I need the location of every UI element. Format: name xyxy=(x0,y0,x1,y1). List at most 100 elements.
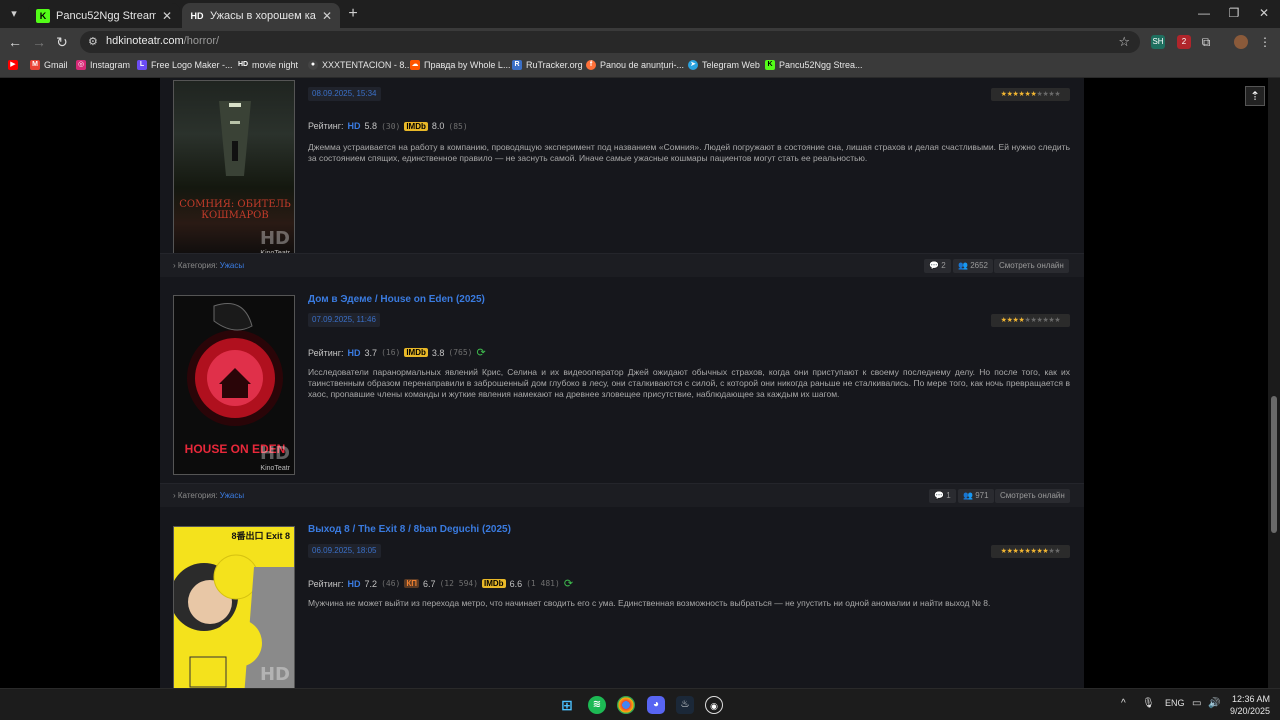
kp-score: 6.7 xyxy=(422,578,436,589)
star-rating[interactable]: ★★★★★★★★★★ xyxy=(991,314,1070,327)
movie-poster[interactable]: СОМНИЯ: ОБИТЕЛЬ КОШМАРОВ HD KinoTeatr xyxy=(173,80,295,260)
kp-votes: (12 594) xyxy=(439,579,479,588)
bookmark-star-icon[interactable]: ☆ xyxy=(1118,34,1130,50)
tab-hdkinoteatr[interactable]: HD Ужасы в хорошем качестве » ✕ xyxy=(182,3,340,28)
entry-footer: › Категория: Ужасы 💬 2 👥 2652 Смотреть о… xyxy=(160,253,1084,277)
bookmark-youtube[interactable]: ▶ xyxy=(8,60,18,70)
hd-votes: (16) xyxy=(381,348,401,357)
volume-icon[interactable]: 🔊 xyxy=(1208,698,1220,709)
address-bar[interactable]: ⚙ hdkinoteatr.com/horror/ ☆ xyxy=(80,31,1140,53)
comments-value: 1 xyxy=(946,491,951,500)
imdb-score: 3.8 xyxy=(431,347,445,358)
forward-icon[interactable]: → xyxy=(30,33,48,51)
category-label: Категория: xyxy=(177,261,218,270)
hd-icon: HD xyxy=(238,60,249,70)
movie-title-link[interactable]: Дом в Эдеме / House on Eden (2025) xyxy=(308,294,485,305)
star-rating[interactable]: ★★★★★★★★★★ xyxy=(991,88,1070,101)
movie-poster[interactable]: HOUSE ON EDEN HD KinoTeatr xyxy=(173,295,295,475)
close-tab-icon[interactable]: ✕ xyxy=(322,9,332,23)
discord-icon[interactable]: ◕ xyxy=(647,696,665,714)
hd-votes: (46) xyxy=(381,579,401,588)
hd-score: 3.7 xyxy=(364,347,378,358)
kick-icon: K xyxy=(36,8,50,23)
page-viewport: СОМНИЯ: ОБИТЕЛЬ КОШМАРОВ HD KinoTeatr 08… xyxy=(0,78,1280,688)
watch-online-button[interactable]: Смотреть онлайн xyxy=(994,259,1069,273)
bookmark-instagram[interactable]: ◎ Instagram xyxy=(76,60,130,70)
network-icon[interactable]: ▭ xyxy=(1192,698,1201,709)
category-link[interactable]: Ужасы xyxy=(220,491,244,500)
page-scrollbar[interactable] xyxy=(1268,78,1280,688)
category: › Категория: Ужасы xyxy=(173,261,245,270)
restore-icon[interactable]: ❐ xyxy=(1224,6,1244,20)
post-date: 08.09.2025, 15:34 xyxy=(308,87,381,101)
rating-label: Рейтинг: xyxy=(308,121,344,131)
start-menu-icon[interactable]: ⊞ xyxy=(558,696,576,714)
bookmark-gmail[interactable]: M Gmail xyxy=(30,60,68,70)
scroll-to-top-button[interactable]: ⇡ xyxy=(1245,86,1265,106)
hd-votes: (30) xyxy=(381,121,401,131)
movie-title-link[interactable]: Выход 8 / The Exit 8 / 8ban Deguchi (202… xyxy=(308,524,511,535)
bookmark-xxxtentacion[interactable]: ● XXXTENTACION - 8... xyxy=(308,60,412,70)
scrollbar-thumb[interactable] xyxy=(1271,396,1277,533)
poster-caption: СОМНИЯ: ОБИТЕЛЬ КОШМАРОВ xyxy=(179,199,291,221)
close-tab-icon[interactable]: ✕ xyxy=(162,9,172,23)
stars-filled: ★★★★ xyxy=(1000,317,1025,324)
new-tab-button[interactable]: + xyxy=(344,5,362,23)
spotify-icon[interactable]: ≋ xyxy=(588,696,606,714)
gmail-icon: M xyxy=(30,60,40,70)
imdb-badge: IMDb xyxy=(404,121,428,131)
clock-time: 12:36 AM xyxy=(1231,694,1270,704)
bookmark-logo-maker[interactable]: L Free Logo Maker -... xyxy=(137,60,233,70)
close-window-icon[interactable]: ✕ xyxy=(1254,6,1274,20)
comments-count[interactable]: 💬 2 xyxy=(924,259,951,273)
stars-filled: ★★★★★★★★ xyxy=(1000,548,1049,555)
chrome-icon[interactable] xyxy=(617,696,635,714)
extension-icon[interactable]: SH xyxy=(1151,35,1165,49)
extensions-puzzle-icon[interactable]: ⧉ xyxy=(1199,35,1213,49)
browser-toolbar: ← → ↻ ⚙ hdkinoteatr.com/horror/ ☆ SH 2 ⧉… xyxy=(0,28,1280,56)
bookmark-telegram[interactable]: ➤ Telegram Web xyxy=(688,60,760,70)
menu-dots-icon[interactable]: ⋮ xyxy=(1258,35,1272,49)
bookmark-movie-night[interactable]: HD movie night xyxy=(238,60,298,70)
poster-caption: 8番出口 Exit 8 xyxy=(231,531,290,541)
bookmark-label: movie night xyxy=(252,60,299,70)
imdb-votes: (765) xyxy=(448,348,473,357)
instagram-icon: ◎ xyxy=(76,60,86,70)
microphone-icon[interactable]: 🎙 xyxy=(1142,698,1155,709)
category-link[interactable]: Ужасы xyxy=(220,261,244,270)
comments-value: 2 xyxy=(941,261,946,270)
star-rating[interactable]: ★★★★★★★★★★ xyxy=(991,545,1070,558)
movie-poster[interactable]: 8番出口 Exit 8 HD xyxy=(173,526,295,688)
profile-avatar[interactable] xyxy=(1234,35,1248,49)
system-clock[interactable]: 12:36 AM 9/20/2025 xyxy=(1226,693,1270,717)
tab-search-icon[interactable]: ▾ xyxy=(6,6,22,22)
bookmark-panou[interactable]: f Panou de anunțuri-... xyxy=(586,60,684,70)
bookmark-kick[interactable]: K Pancu52Ngg Strea... xyxy=(765,60,863,70)
kinopoisk-badge: КП xyxy=(404,579,419,588)
tab-kick-stream[interactable]: K Pancu52Ngg Stream - Watch L ✕ xyxy=(28,3,180,28)
site-info-icon[interactable]: ⚙ xyxy=(88,35,98,48)
hd-score: 5.8 xyxy=(364,121,378,131)
adblock-icon[interactable]: 2 xyxy=(1177,35,1191,49)
views-value: 971 xyxy=(975,491,989,500)
back-icon[interactable]: ← xyxy=(6,33,24,51)
bookmark-pravda[interactable]: ☁ Правда by Whole L... xyxy=(410,60,510,70)
rating-row: Рейтинг: HD 3.7 (16) IMDb 3.8 (765) ⟳ xyxy=(308,346,486,359)
hd-score: 7.2 xyxy=(364,578,378,589)
bookmark-label: Panou de anunțuri-... xyxy=(600,60,685,70)
obs-icon[interactable]: ◉ xyxy=(705,696,723,714)
entry-footer: › Категория: Ужасы 💬 1 👥 971 Смотреть он… xyxy=(160,483,1084,507)
watch-online-button[interactable]: Смотреть онлайн xyxy=(995,489,1070,503)
minimize-icon[interactable]: — xyxy=(1194,6,1214,20)
url-host: hdkinoteatr.com xyxy=(106,35,184,47)
tray-overflow-icon[interactable]: ^ xyxy=(1121,698,1126,709)
steam-icon[interactable]: ♨ xyxy=(676,696,694,714)
language-indicator[interactable]: ENG xyxy=(1165,698,1185,708)
comments-count[interactable]: 💬 1 xyxy=(929,489,956,503)
kinoteatr-watermark: KinoTeatr xyxy=(260,465,290,472)
hd-rating-badge: HD xyxy=(347,121,361,131)
kick-icon: K xyxy=(765,60,775,70)
imdb-badge: IMDb xyxy=(482,579,506,588)
bookmark-rutracker[interactable]: R RuTracker.org xyxy=(512,60,583,70)
reload-icon[interactable]: ↻ xyxy=(53,33,71,51)
